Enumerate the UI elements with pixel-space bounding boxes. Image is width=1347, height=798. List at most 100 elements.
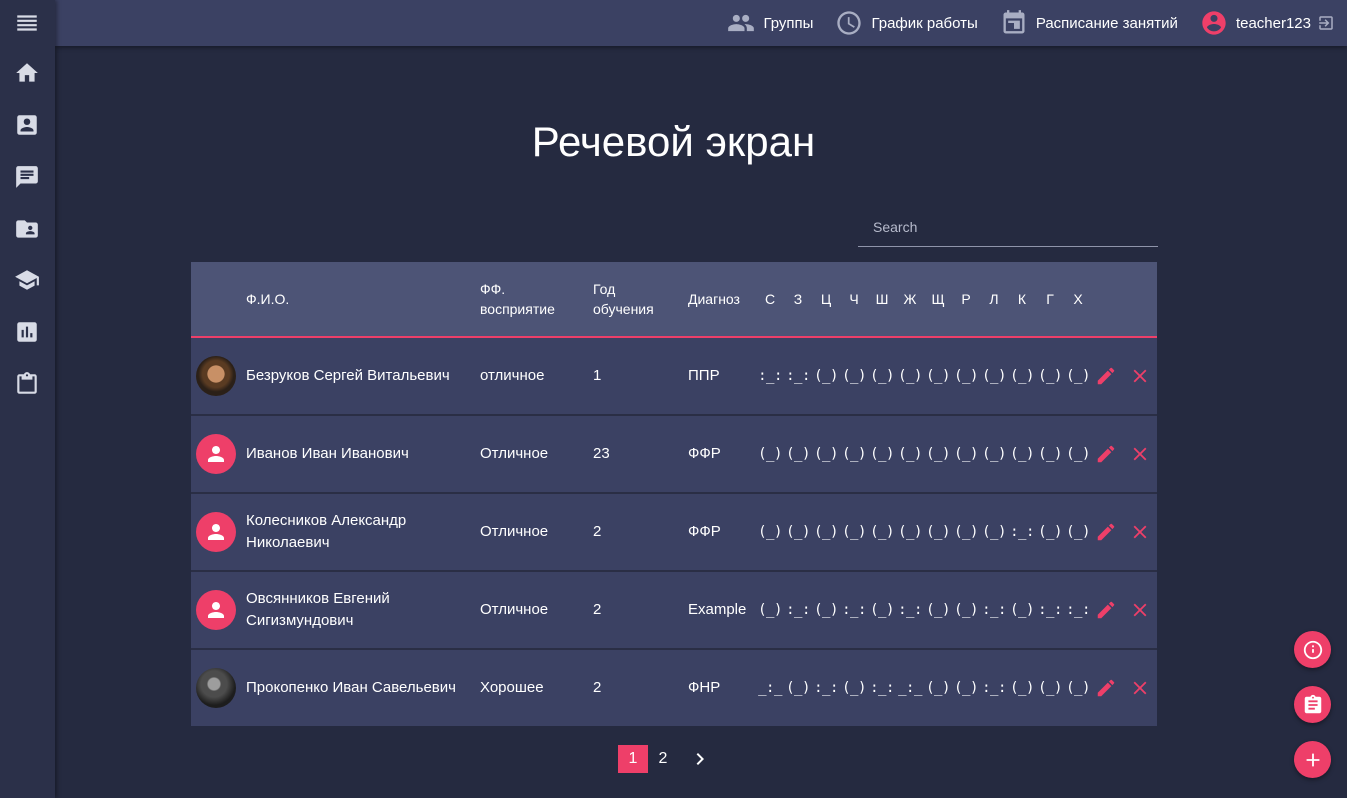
menu-icon[interactable] bbox=[12, 8, 42, 38]
avatar-photo bbox=[196, 668, 236, 708]
cell-sound: (_) bbox=[982, 524, 1006, 540]
header-sound: К bbox=[1017, 291, 1027, 307]
cell-name: Безруков Сергей Витальевич bbox=[246, 367, 450, 384]
avatar-placeholder bbox=[196, 434, 236, 474]
cell-sound: :_: bbox=[786, 602, 810, 618]
edit-icon[interactable] bbox=[1094, 598, 1118, 622]
message-icon[interactable] bbox=[12, 162, 42, 192]
top-bar: Группы График работы Расписание занятий … bbox=[55, 0, 1347, 46]
cell-sound: (_) bbox=[758, 446, 782, 462]
groups-icon bbox=[728, 14, 755, 32]
cell-sound: (_) bbox=[1038, 524, 1062, 540]
header-sound: Х bbox=[1073, 291, 1083, 307]
delete-icon[interactable] bbox=[1128, 442, 1152, 466]
cell-sound: (_) bbox=[926, 446, 950, 462]
user-avatar-icon bbox=[1202, 11, 1226, 35]
search-input[interactable] bbox=[858, 207, 1158, 246]
delete-icon[interactable] bbox=[1128, 520, 1152, 544]
cell-sound: (_) bbox=[814, 524, 838, 540]
cell-name: Колесников Александр Николаевич bbox=[246, 512, 407, 551]
table-row[interactable]: Колесников Александр Николаевич Отличное 2… bbox=[191, 494, 1157, 572]
cell-sound: (_) bbox=[870, 524, 894, 540]
nav-work-schedule[interactable]: График работы bbox=[835, 9, 978, 37]
cell-sound: (_) bbox=[898, 368, 922, 384]
cell-sound: (_) bbox=[954, 446, 978, 462]
cell-sound: (_) bbox=[842, 680, 866, 696]
cell-sound: _:_ bbox=[898, 680, 922, 696]
table-body: Безруков Сергей Витальевич отличное 1 ППР:_… bbox=[191, 338, 1157, 726]
cell-sound: :_: bbox=[870, 680, 894, 696]
person-icon bbox=[208, 446, 224, 462]
table-row[interactable]: Прокопенко Иван Савельевич Хорошее 2 ФНР _:_… bbox=[191, 650, 1157, 726]
cell-diagnosis: Example bbox=[688, 601, 747, 618]
logout-icon[interactable] bbox=[1317, 14, 1335, 32]
header-name: Ф.И.О. bbox=[246, 291, 290, 307]
nav-groups[interactable]: Группы bbox=[727, 9, 813, 37]
edit-icon[interactable] bbox=[1094, 676, 1118, 700]
cell-diagnosis: ФФР bbox=[688, 523, 721, 540]
contact-card-icon[interactable] bbox=[12, 110, 42, 140]
cell-sound: (_) bbox=[814, 446, 838, 462]
cell-sound: (_) bbox=[814, 368, 838, 384]
info-button[interactable] bbox=[1294, 631, 1331, 668]
cell-sound: _:_ bbox=[758, 680, 782, 696]
home-icon[interactable] bbox=[12, 58, 42, 88]
header-sound: Ч bbox=[849, 291, 859, 307]
nav-class-schedule[interactable]: Расписание занятий bbox=[1000, 9, 1178, 37]
cell-sound: (_) bbox=[842, 524, 866, 540]
cell-sound: (_) bbox=[1066, 368, 1090, 384]
edit-icon[interactable] bbox=[1094, 442, 1118, 466]
clock-icon bbox=[837, 11, 862, 35]
info-icon bbox=[1303, 640, 1322, 659]
cell-sound: (_) bbox=[870, 602, 894, 618]
cell-sound: (_) bbox=[926, 680, 950, 696]
cell-sound: (_) bbox=[786, 524, 810, 540]
cell-name: Иванов Иван Иванович bbox=[246, 445, 409, 462]
cell-sound: (_) bbox=[954, 524, 978, 540]
add-button[interactable] bbox=[1294, 741, 1331, 778]
delete-icon[interactable] bbox=[1128, 676, 1152, 700]
shared-folder-icon[interactable] bbox=[12, 214, 42, 244]
header-diagnosis: Диагноз bbox=[688, 291, 740, 307]
cell-sound: (_) bbox=[842, 446, 866, 462]
edit-icon[interactable] bbox=[1094, 520, 1118, 544]
cell-sound: :_: bbox=[1066, 602, 1090, 618]
table-row[interactable]: Иванов Иван Иванович Отличное 23 ФФР (_) (_)(… bbox=[191, 416, 1157, 494]
header-sound: С bbox=[764, 291, 776, 307]
cell-sound: (_) bbox=[1010, 446, 1034, 462]
cell-sound: (_) bbox=[758, 524, 782, 540]
top-nav: Группы График работы Расписание занятий … bbox=[705, 0, 1335, 46]
cell-diagnosis: ППР bbox=[688, 367, 720, 384]
cell-perception: отличное bbox=[480, 367, 545, 384]
cell-perception: Отличное bbox=[480, 523, 549, 540]
avatar-photo bbox=[196, 356, 236, 396]
header-sound: Ц bbox=[820, 291, 832, 307]
delete-icon[interactable] bbox=[1128, 364, 1152, 388]
delete-icon[interactable] bbox=[1128, 598, 1152, 622]
cell-sound: :_: bbox=[758, 368, 782, 384]
assignment-button[interactable] bbox=[1294, 686, 1331, 723]
table-row[interactable]: Безруков Сергей Витальевич отличное 1 ППР:_… bbox=[191, 338, 1157, 416]
table-row[interactable]: Овсянников Евгений Сигизмундович Отличное… bbox=[191, 572, 1157, 650]
school-icon[interactable] bbox=[12, 265, 42, 295]
clipboard-icon[interactable] bbox=[12, 369, 42, 399]
header-sound: Р bbox=[961, 291, 971, 307]
header-sound: З bbox=[793, 291, 803, 307]
nav-user[interactable]: teacher123 bbox=[1200, 9, 1335, 37]
sidebar bbox=[0, 0, 55, 798]
next-page-button[interactable] bbox=[688, 745, 712, 773]
cell-sound: :_: bbox=[814, 680, 838, 696]
header-sound: Л bbox=[989, 291, 999, 307]
page-title: Речевой экран bbox=[531, 118, 816, 165]
cell-sound: (_) bbox=[982, 446, 1006, 462]
cell-sound: :_: bbox=[982, 602, 1006, 618]
page-2-button[interactable]: 2 bbox=[648, 745, 678, 773]
page-1-button[interactable]: 1 bbox=[618, 745, 648, 773]
cell-sound: (_) bbox=[1038, 680, 1062, 696]
assignment-icon bbox=[1304, 694, 1321, 713]
cell-diagnosis: ФНР bbox=[688, 679, 721, 696]
cell-sound: :_: bbox=[898, 602, 922, 618]
edit-icon[interactable] bbox=[1094, 364, 1118, 388]
header-sound: Щ bbox=[931, 291, 945, 307]
bar-chart-icon[interactable] bbox=[12, 317, 42, 347]
